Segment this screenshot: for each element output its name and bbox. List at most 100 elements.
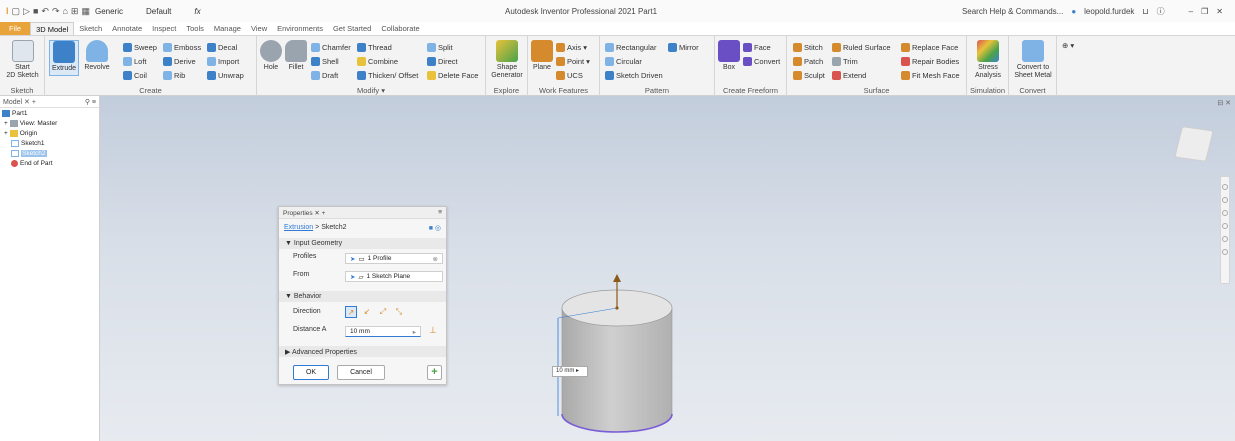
tab-sketch[interactable]: Sketch [74,22,107,35]
extrude-button[interactable]: Extrude [49,40,79,76]
tab-file[interactable]: File [0,22,31,35]
axis-button[interactable]: Axis ▾ [556,41,587,53]
tree-item-sketch1[interactable]: Sketch1 [2,138,99,148]
tab-manage[interactable]: Manage [209,22,246,35]
replace-face-button[interactable]: Replace Face [901,41,958,53]
tab-environments[interactable]: Environments [272,22,328,35]
direction-asymmetric-icon[interactable]: ⤡ [393,306,405,318]
tab-get-started[interactable]: Get Started [328,22,376,35]
sweep-button[interactable]: Sweep [123,41,157,53]
minimize-icon[interactable]: – [1189,7,1193,16]
tab-collaborate[interactable]: Collaborate [376,22,424,35]
revolve-button[interactable]: Revolve [81,40,113,72]
start-sketch-button[interactable]: Start 2D Sketch [6,40,39,80]
tree-item-origin[interactable]: + Origin [2,128,99,138]
properties-menu-icon[interactable]: ≡ [438,209,442,216]
mirror-button[interactable]: Mirror [668,41,699,53]
apply-add-icon[interactable]: + [427,365,442,380]
decal-button[interactable]: Decal [207,41,237,53]
ribbon-options-icon[interactable]: ⊕ ▾ [1062,39,1074,51]
properties-tab[interactable]: Properties ✕ + [283,209,325,217]
direction-symmetric-icon[interactable]: ⤢ [377,306,389,318]
new-icon[interactable]: ▢ [12,6,21,17]
user-icon[interactable]: ● [1071,7,1076,16]
combine-button[interactable]: Combine [357,55,398,67]
fx-icon[interactable]: fx [194,7,200,16]
circular-pattern-button[interactable]: Circular [605,55,642,67]
rib-button[interactable]: Rib [163,69,185,81]
dropdown-arrow-icon[interactable]: ▸ [413,328,416,336]
plane-button[interactable]: Plane [530,40,554,72]
import-button[interactable]: Import [207,55,239,67]
measure-icon[interactable]: ⊥ [429,325,437,336]
expand-icon[interactable]: + [4,130,8,137]
search-help-input[interactable]: Search Help & Commands... [962,7,1063,16]
home-icon[interactable]: ⌂ [62,6,67,16]
appearance-select[interactable]: Generic [95,7,123,16]
point-button[interactable]: Point ▾ [556,55,590,67]
redo-icon[interactable]: ↷ [52,6,60,17]
tab-tools[interactable]: Tools [181,22,209,35]
hole-button[interactable]: Hole [259,40,283,72]
split-button[interactable]: Split [427,41,453,53]
tab-view[interactable]: View [246,22,272,35]
close-icon[interactable]: ✕ [1216,7,1223,16]
tab-annotate[interactable]: Annotate [107,22,147,35]
profiles-selector[interactable]: ➤ ▭ 1 Profile ⊗ [345,253,443,264]
tree-item-sketch2[interactable]: Sketch2 [2,148,99,158]
ucs-button[interactable]: UCS [556,69,583,81]
face-button[interactable]: Face [743,41,771,53]
stitch-button[interactable]: Stitch [793,41,823,53]
clear-icon[interactable]: ⊗ [433,255,438,263]
repair-bodies-button[interactable]: Repair Bodies [901,55,959,67]
direction-flipped-icon[interactable]: ↙ [361,306,373,318]
coil-button[interactable]: Coil [123,69,147,81]
preset-icon[interactable]: ■ ◎ [429,224,441,232]
cancel-button[interactable]: Cancel [337,365,385,380]
tree-item-part[interactable]: Part1 [2,108,99,118]
direction-default-icon[interactable]: ↗ [345,306,357,318]
draft-button[interactable]: Draft [311,69,338,81]
box-button[interactable]: Box [717,40,741,72]
help-icon[interactable]: ⓘ [1157,6,1165,17]
fit-mesh-face-button[interactable]: Fit Mesh Face [901,69,960,81]
shape-generator-button[interactable]: Shape Generator [488,40,526,80]
browser-tab[interactable]: Model ✕ + [3,98,36,106]
ruled-surface-button[interactable]: Ruled Surface [832,41,891,53]
inventor-logo-icon[interactable]: I [6,6,9,16]
graphics-viewport[interactable]: ⊟ ✕ 10 mm ▸ [100,96,1235,441]
patch-button[interactable]: Patch [793,55,823,67]
extrusion-link[interactable]: Extrusion [284,224,313,231]
undo-icon[interactable]: ↶ [41,6,49,17]
unwrap-button[interactable]: Unwrap [207,69,244,81]
convert-sheet-metal-button[interactable]: Convert to Sheet Metal [1011,40,1055,80]
distance-dimension-label[interactable]: 10 mm ▸ [552,366,588,377]
from-selector[interactable]: ➤ ▱ 1 Sketch Plane [345,271,443,282]
behavior-section[interactable]: ▼ Behavior [279,291,446,302]
user-name[interactable]: leopold.furdek [1084,7,1134,16]
expand-icon[interactable]: + [4,120,8,127]
advanced-properties-section[interactable]: ▶ Advanced Properties [279,346,446,357]
direct-button[interactable]: Direct [427,55,458,67]
loft-button[interactable]: Loft [123,55,147,67]
cart-icon[interactable]: ⊔ [1142,7,1148,16]
shell-button[interactable]: Shell [311,55,339,67]
select-icon[interactable]: ⊞ [71,6,79,17]
emboss-button[interactable]: Emboss [163,41,201,53]
tab-inspect[interactable]: Inspect [147,22,181,35]
tab-3d-model[interactable]: 3D Model [30,22,75,35]
browser-search-icon[interactable]: ⚲ ≡ [85,98,96,106]
open-icon[interactable]: ▷ [23,6,30,17]
restore-icon[interactable]: ❐ [1201,7,1208,16]
material-select[interactable]: Default [146,7,171,16]
stress-analysis-button[interactable]: Stress Analysis [969,40,1007,80]
fillet-button[interactable]: Fillet [283,40,309,72]
trim-button[interactable]: Trim [832,55,858,67]
save-icon[interactable]: ■ [33,6,38,16]
input-geometry-section[interactable]: ▼ Input Geometry [279,238,446,249]
extend-button[interactable]: Extend [832,69,866,81]
thicken-offset-button[interactable]: Thicken/ Offset [357,69,418,81]
chamfer-button[interactable]: Chamfer [311,41,351,53]
sketch-driven-pattern-button[interactable]: Sketch Driven [605,69,663,81]
rectangular-pattern-button[interactable]: Rectangular [605,41,656,53]
